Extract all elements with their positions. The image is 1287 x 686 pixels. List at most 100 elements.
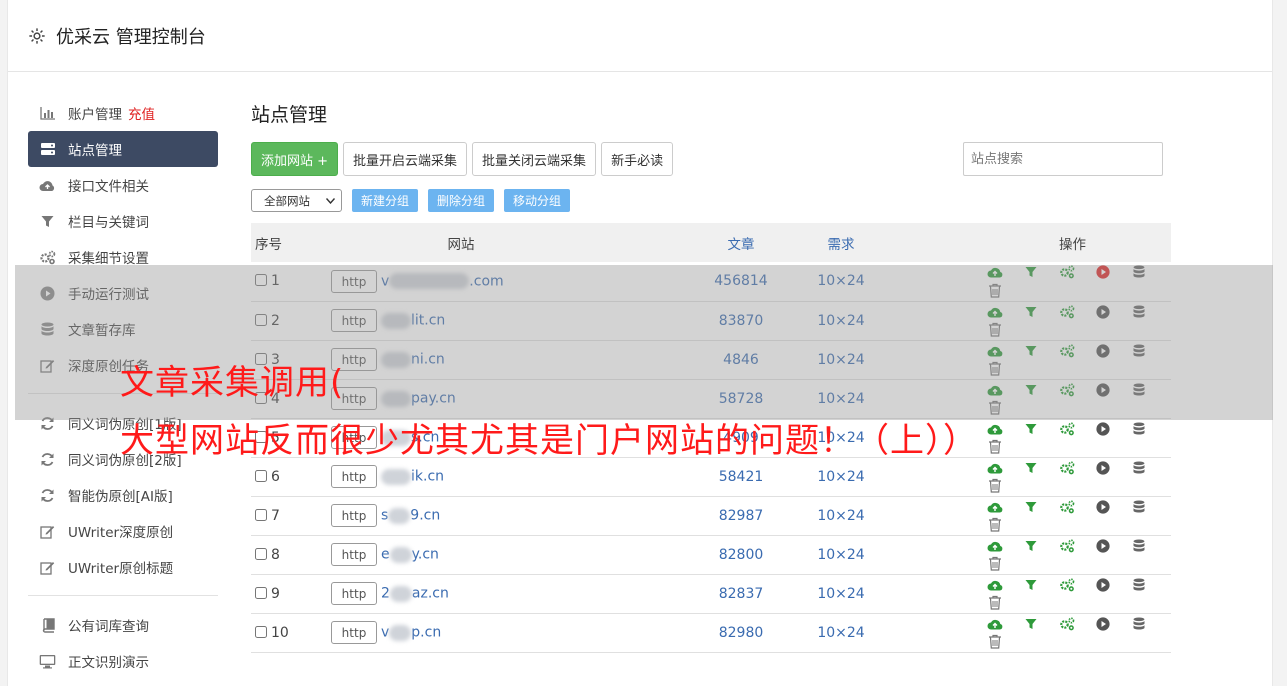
database-icon[interactable]: [1130, 615, 1148, 633]
trash-icon[interactable]: [986, 633, 1004, 651]
sidebar-item-12[interactable]: UWriter原创标题: [28, 549, 218, 585]
move-group-button[interactable]: 移动分组: [504, 189, 571, 212]
row-number-cell: 10: [251, 613, 331, 652]
database-icon[interactable]: [1130, 537, 1148, 555]
edit-icon: [39, 559, 56, 576]
site-domain-prefix[interactable]: 2: [381, 586, 390, 602]
bar-chart-icon: [39, 105, 56, 122]
row-checkbox[interactable]: [255, 547, 267, 560]
sidebar-item-10[interactable]: 智能伪原创[AI版]: [28, 477, 218, 513]
demand-value[interactable]: 10×24: [801, 613, 881, 652]
cloud-upload-icon[interactable]: [986, 459, 1004, 477]
trash-icon[interactable]: [986, 438, 1004, 456]
demand-value[interactable]: 10×24: [801, 496, 881, 535]
redacted-blur: [389, 546, 412, 563]
gears-icon[interactable]: [1058, 576, 1076, 594]
database-icon[interactable]: [1130, 498, 1148, 516]
group-select[interactable]: 全部网站: [251, 189, 342, 212]
demand-value[interactable]: 10×24: [801, 457, 881, 496]
play-circle-icon[interactable]: [1094, 537, 1112, 555]
site-domain[interactable]: 9.cn: [410, 508, 440, 524]
cloud-upload-icon[interactable]: [986, 498, 1004, 516]
demand-value[interactable]: 10×24: [801, 535, 881, 574]
table-row: 8 http e y.cn 82800 10×24: [251, 535, 1171, 574]
http-badge: http: [331, 582, 377, 605]
cloud-upload-icon[interactable]: [986, 615, 1004, 633]
site-domain-prefix[interactable]: v: [381, 625, 389, 641]
sidebar-item-3[interactable]: 栏目与关键词: [28, 203, 218, 239]
trash-icon[interactable]: [986, 594, 1004, 612]
database-icon[interactable]: [1130, 576, 1148, 594]
filter-icon[interactable]: [1022, 498, 1040, 516]
edit-icon: [39, 523, 56, 540]
articles-count[interactable]: 58421: [681, 457, 801, 496]
database-icon[interactable]: [1130, 420, 1148, 438]
trash-icon[interactable]: [986, 477, 1004, 495]
play-circle-icon[interactable]: [1094, 459, 1112, 477]
gears-icon[interactable]: [1058, 615, 1076, 633]
row-checkbox[interactable]: [255, 586, 267, 599]
sidebar-item-0[interactable]: 账户管理 充值: [28, 95, 218, 131]
filter-icon[interactable]: [1022, 420, 1040, 438]
demand-value[interactable]: 10×24: [801, 574, 881, 613]
site-domain-prefix[interactable]: s: [381, 508, 388, 524]
filter-icon[interactable]: [1022, 615, 1040, 633]
recharge-link[interactable]: 充值: [128, 103, 155, 123]
site-domain[interactable]: p.cn: [411, 625, 441, 641]
cloud-upload-icon[interactable]: [986, 537, 1004, 555]
cloud-upload-icon[interactable]: [986, 576, 1004, 594]
header-ops: 操作: [1059, 236, 1086, 253]
row-checkbox[interactable]: [255, 508, 267, 521]
filter-icon[interactable]: [1022, 459, 1040, 477]
http-badge: http: [331, 621, 377, 644]
row-checkbox[interactable]: [255, 625, 267, 638]
table-row: 6 http ik.cn 58421 10×24: [251, 457, 1171, 496]
batch-enable-cloud-button[interactable]: 批量开启云端采集: [343, 142, 468, 176]
overlay-caption-line2: 大型网站反而很少尤其尤其是门户网站的问题！（上））: [120, 421, 978, 461]
site-domain-prefix[interactable]: e: [381, 547, 390, 563]
newbie-guide-button[interactable]: 新手必读: [601, 142, 674, 176]
refresh-icon: [39, 451, 56, 468]
database-icon[interactable]: [1130, 459, 1148, 477]
cloud-upload-icon: [39, 177, 56, 194]
new-group-button[interactable]: 新建分组: [352, 189, 419, 212]
http-badge: http: [331, 465, 377, 488]
refresh-icon: [39, 487, 56, 504]
articles-count[interactable]: 82837: [681, 574, 801, 613]
cloud-upload-icon[interactable]: [986, 420, 1004, 438]
filter-icon[interactable]: [1022, 537, 1040, 555]
sidebar-item-label: UWriter深度原创: [68, 525, 174, 541]
redacted-blur: [389, 624, 412, 641]
row-number: 9: [271, 585, 280, 602]
play-circle-icon[interactable]: [1094, 615, 1112, 633]
articles-count[interactable]: 82800: [681, 535, 801, 574]
sidebar-item-1[interactable]: 站点管理: [28, 131, 218, 167]
play-circle-icon[interactable]: [1094, 420, 1112, 438]
server-icon: [39, 141, 56, 158]
sidebar-item-11[interactable]: UWriter深度原创: [28, 513, 218, 549]
gears-icon[interactable]: [1058, 498, 1076, 516]
gears-icon[interactable]: [1058, 420, 1076, 438]
site-cell: http e y.cn: [331, 535, 681, 574]
sidebar-item-label: 公有词库查询: [68, 619, 149, 635]
site-domain[interactable]: az.cn: [412, 586, 449, 602]
gears-icon[interactable]: [1058, 459, 1076, 477]
trash-icon[interactable]: [986, 555, 1004, 573]
site-domain[interactable]: y.cn: [412, 547, 439, 563]
row-checkbox[interactable]: [255, 469, 267, 482]
articles-count[interactable]: 82987: [681, 496, 801, 535]
gears-icon[interactable]: [1058, 537, 1076, 555]
sidebar-item-14[interactable]: 正文识别演示: [28, 643, 218, 679]
articles-count[interactable]: 82980: [681, 613, 801, 652]
site-domain[interactable]: ik.cn: [411, 469, 444, 485]
sidebar-item-13[interactable]: 公有词库查询: [28, 607, 218, 643]
delete-group-button[interactable]: 删除分组: [428, 189, 495, 212]
filter-icon[interactable]: [1022, 576, 1040, 594]
batch-disable-cloud-button[interactable]: 批量关闭云端采集: [472, 142, 597, 176]
trash-icon[interactable]: [986, 516, 1004, 534]
play-circle-icon[interactable]: [1094, 576, 1112, 594]
add-site-button[interactable]: 添加网站 +: [251, 142, 339, 176]
site-search-input[interactable]: [963, 142, 1163, 176]
sidebar-item-2[interactable]: 接口文件相关: [28, 167, 218, 203]
play-circle-icon[interactable]: [1094, 498, 1112, 516]
